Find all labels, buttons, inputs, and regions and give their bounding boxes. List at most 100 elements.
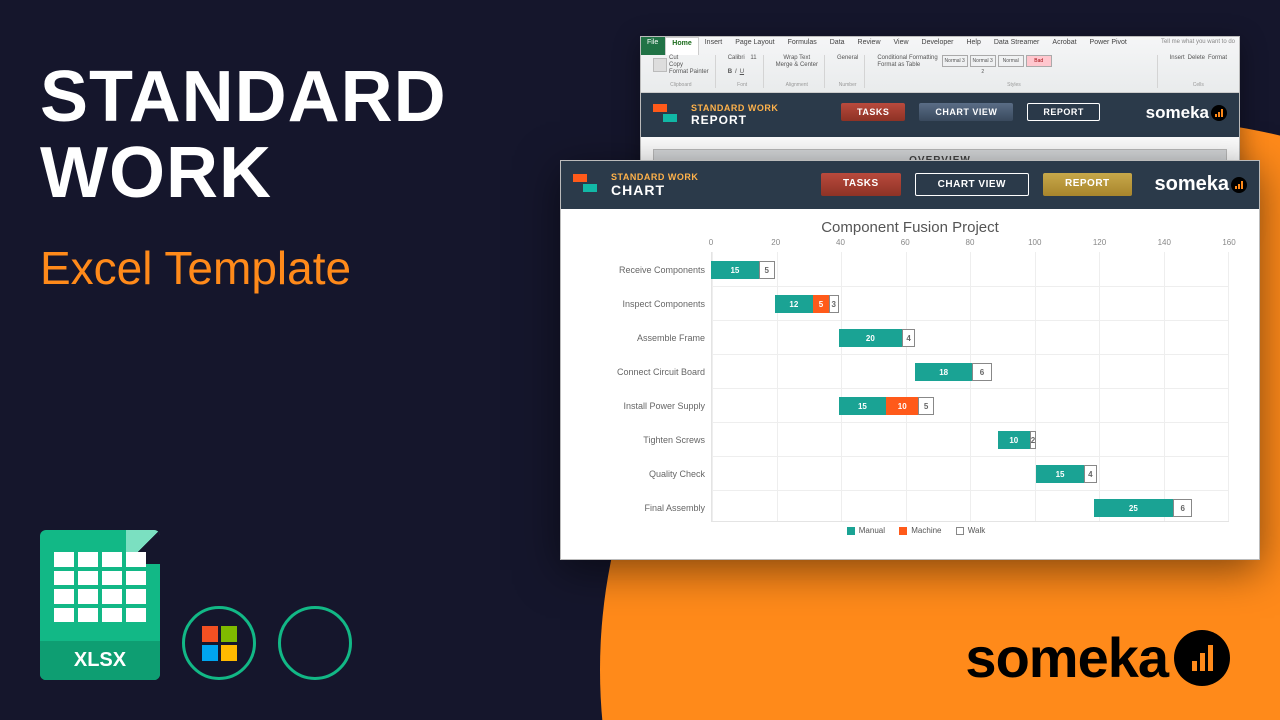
tab-power-pivot[interactable]: Power Pivot — [1084, 37, 1134, 55]
legend-swatch-machine — [899, 527, 907, 535]
someka-brand-header: someka — [1155, 173, 1248, 196]
task-row: Tighten Screws102 — [581, 423, 1221, 457]
legend-swatch-walk — [956, 527, 964, 535]
ribbon-tabs: File Home Insert Page Layout Formulas Da… — [641, 37, 1134, 55]
tab-home[interactable]: Home — [665, 37, 698, 55]
bold-button[interactable]: B — [728, 69, 732, 75]
bar-segment-manual: 15 — [1036, 465, 1084, 483]
clipboard-label: Clipboard — [653, 82, 709, 88]
group-number: General Number — [831, 55, 865, 88]
windows-badge — [182, 606, 256, 680]
bar-segment-walk: 6 — [1173, 499, 1192, 517]
font-name[interactable]: Calibri — [728, 55, 745, 61]
style-normal3[interactable]: Normal 3 — [942, 55, 968, 67]
excel-ribbon: File Home Insert Page Layout Formulas Da… — [641, 37, 1239, 93]
task-label: Final Assembly — [581, 503, 711, 513]
hero-title-block: STANDARD WORK Excel Template — [40, 60, 447, 295]
tab-view[interactable]: View — [888, 37, 916, 55]
bar-track: 186 — [711, 363, 1221, 381]
brand-mini-icon — [1211, 105, 1227, 121]
task-label: Assemble Frame — [581, 333, 711, 343]
wrap-text-button[interactable]: Wrap Text — [783, 55, 810, 61]
tab-insert[interactable]: Insert — [699, 37, 730, 55]
legend-machine: Machine — [911, 526, 941, 535]
cut-button[interactable]: Cut — [669, 55, 709, 61]
windows-icon — [202, 626, 237, 661]
tab-formulas[interactable]: Formulas — [782, 37, 824, 55]
font-label: Font — [728, 82, 757, 88]
bar-segment-manual: 10 — [998, 431, 1030, 449]
tab-data[interactable]: Data — [824, 37, 852, 55]
styles-label: Styles — [877, 82, 1150, 88]
merge-center-button[interactable]: Merge & Center — [776, 62, 818, 68]
chart-view-button[interactable]: CHART VIEW — [915, 173, 1029, 196]
task-row: Install Power Supply15105 — [581, 389, 1221, 423]
chart-view-button[interactable]: CHART VIEW — [919, 103, 1013, 121]
x-tick: 100 — [1028, 238, 1041, 247]
legend-swatch-manual — [847, 527, 855, 535]
tab-review[interactable]: Review — [852, 37, 888, 55]
page-title: CHART — [611, 182, 698, 198]
underline-button[interactable]: U — [740, 69, 744, 75]
brand-mini-icon — [1231, 177, 1247, 193]
subtitle: Excel Template — [40, 241, 447, 295]
report-button[interactable]: REPORT — [1027, 103, 1100, 121]
tab-data-streamer[interactable]: Data Streamer — [988, 37, 1047, 55]
x-tick: 160 — [1222, 238, 1235, 247]
legend-walk: Walk — [968, 526, 985, 535]
format-cells-button[interactable]: Format — [1208, 55, 1227, 61]
font-size[interactable]: 11 — [750, 55, 756, 61]
style-normal32[interactable]: Normal 3 2 — [970, 55, 996, 67]
task-row: Quality Check154 — [581, 457, 1221, 491]
delete-cells-button[interactable]: Delete — [1188, 55, 1205, 61]
bar-segment-manual: 15 — [839, 397, 887, 415]
bar-segment-walk: 5 — [759, 261, 775, 279]
italic-button[interactable]: I — [735, 69, 737, 75]
x-tick: 120 — [1093, 238, 1106, 247]
template-logo-icon — [573, 174, 601, 196]
format-painter-button[interactable]: Format Painter — [669, 69, 709, 75]
excel-window-chart: STANDARD WORK CHART TASKS CHART VIEW REP… — [560, 160, 1260, 560]
group-cells: InsertDeleteFormat Cells — [1164, 55, 1233, 88]
bar-track: 154 — [711, 465, 1221, 483]
tell-me[interactable]: Tell me what you want to do — [1161, 39, 1235, 45]
format-as-table-button[interactable]: Format as Table — [877, 62, 937, 68]
tab-page-layout[interactable]: Page Layout — [729, 37, 781, 55]
group-alignment: Wrap TextMerge & Center Alignment — [770, 55, 825, 88]
tab-acrobat[interactable]: Acrobat — [1046, 37, 1083, 55]
tab-developer[interactable]: Developer — [916, 37, 961, 55]
xlsx-file-icon: XLSX — [40, 530, 160, 680]
someka-brand-header: someka — [1146, 103, 1227, 123]
insert-cells-button[interactable]: Insert — [1170, 55, 1185, 61]
alignment-label: Alignment — [776, 82, 818, 88]
number-format[interactable]: General — [837, 55, 858, 61]
x-tick: 20 — [771, 238, 780, 247]
x-tick: 40 — [836, 238, 845, 247]
x-axis: 020406080100120140160 — [711, 238, 1229, 252]
cell-styles-gallery[interactable]: Normal 3 Normal 3 2 Normal Bad — [942, 55, 1052, 67]
tab-help[interactable]: Help — [960, 37, 987, 55]
task-label: Receive Components — [581, 265, 711, 275]
brand-logo: someka — [965, 625, 1230, 690]
bar-segment-walk: 5 — [918, 397, 934, 415]
group-styles: Conditional Formatting Format as Table N… — [871, 55, 1157, 88]
conditional-formatting-button[interactable]: Conditional Formatting — [877, 55, 937, 61]
group-font: Calibri 11 BIU Font — [722, 55, 764, 88]
task-label: Connect Circuit Board — [581, 367, 711, 377]
tasks-button[interactable]: TASKS — [841, 103, 905, 121]
bar-track: 102 — [711, 431, 1221, 449]
cells-label: Cells — [1170, 82, 1227, 88]
paste-icon[interactable] — [653, 58, 667, 72]
style-normal[interactable]: Normal — [998, 55, 1024, 67]
task-row: Final Assembly256 — [581, 491, 1221, 525]
tasks-button[interactable]: TASKS — [821, 173, 901, 196]
tab-file[interactable]: File — [641, 37, 665, 55]
legend-manual: Manual — [859, 526, 885, 535]
bar-segment-walk: 6 — [972, 363, 991, 381]
report-button[interactable]: REPORT — [1043, 173, 1132, 196]
bar-segment-manual: 18 — [915, 363, 972, 381]
bar-segment-walk: 3 — [829, 295, 839, 313]
copy-button[interactable]: Copy — [669, 62, 709, 68]
number-label: Number — [837, 82, 858, 88]
style-bad[interactable]: Bad — [1026, 55, 1052, 67]
